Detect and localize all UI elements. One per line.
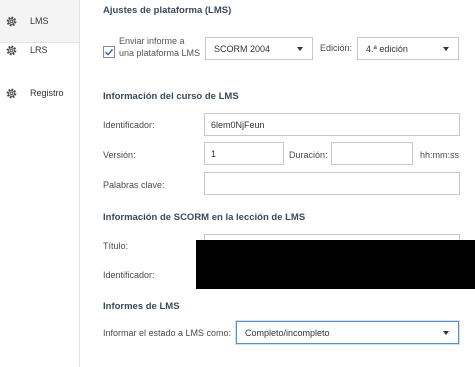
settings-sidebar: LMS LRS Registro (0, 0, 80, 367)
sidebar-item-lrs[interactable]: LRS (0, 29, 79, 71)
sidebar-item-label: LMS (30, 16, 49, 26)
edition-select[interactable]: 4.ª edición (357, 37, 459, 60)
duration-label: Duración: (289, 150, 328, 160)
gear-icon (6, 16, 17, 26)
report-status-select[interactable]: Completo/incompleto (236, 321, 459, 344)
chevron-down-icon (443, 330, 449, 335)
lms-standard-select[interactable]: SCORM 2004 (205, 37, 313, 60)
course-section-title: Información del curso de LMS (103, 91, 239, 102)
report-to-lms-checkbox[interactable] (103, 46, 115, 58)
sidebar-item-label: LRS (30, 45, 48, 55)
duration-input[interactable] (331, 142, 413, 165)
course-identifier-label: Identificador: (103, 120, 155, 130)
lesson-identifier-label: Identificador: (103, 270, 155, 280)
gear-icon (6, 88, 17, 98)
sidebar-item-registro[interactable]: Registro (0, 72, 79, 114)
checkmark-icon (104, 48, 114, 56)
reports-section-title: Informes de LMS (103, 301, 180, 312)
lesson-section-title: Información de SCORM en la lección de LM… (103, 212, 306, 223)
version-label: Versión: (103, 150, 136, 160)
edition-value: 4.ª edición (366, 43, 408, 54)
chevron-down-icon (443, 46, 449, 51)
lesson-title-label: Título: (103, 241, 129, 251)
chevron-down-icon (297, 46, 303, 51)
lms-standard-value: SCORM 2004 (214, 43, 271, 54)
duration-unit: hh:mm:ss (420, 150, 460, 160)
course-identifier-input[interactable] (204, 113, 460, 136)
report-status-label: Informar el estado a LMS como: (103, 328, 232, 338)
sidebar-item-label: Registro (30, 88, 64, 98)
platform-section-title: Ajustes de plataforma (LMS) (103, 5, 232, 16)
version-input[interactable] (204, 142, 284, 165)
gear-icon (6, 45, 17, 55)
report-status-value: Completo/incompleto (245, 327, 330, 338)
redaction-block (196, 240, 475, 289)
report-to-lms-label: Enviar informe a una plataforma LMS (119, 36, 201, 58)
keywords-input[interactable] (204, 172, 460, 195)
edition-label: Edición: (320, 43, 353, 53)
keywords-label: Palabras clave: (103, 180, 165, 190)
